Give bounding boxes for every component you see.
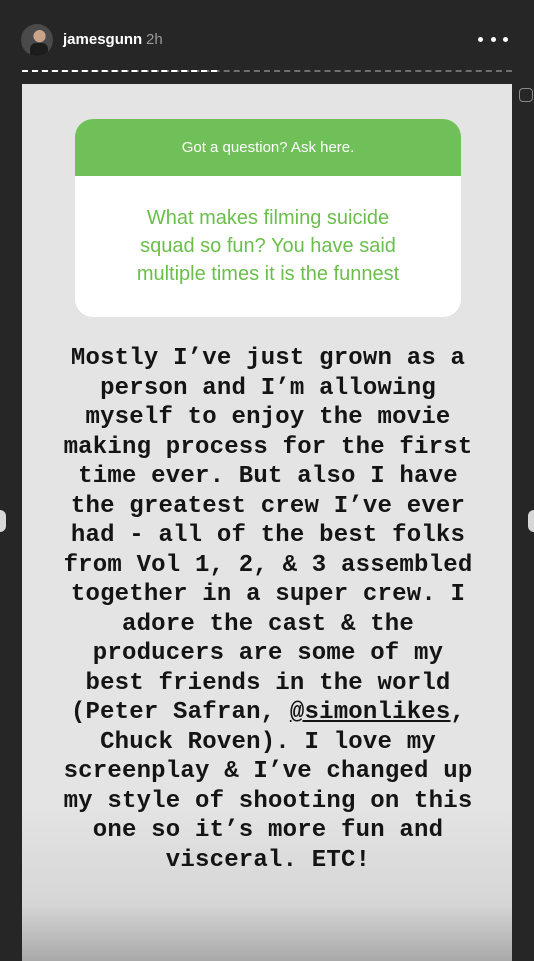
answer-line: the greatest crew I’ve ever — [70, 492, 466, 520]
answer-line-with-mention: (Peter Safran, @simonlikes, — [40, 698, 496, 728]
more-horizontal-icon — [503, 36, 508, 42]
previous-story-handle[interactable] — [0, 510, 6, 532]
next-story-handle[interactable] — [528, 510, 534, 532]
answer-line: had - all of the best folks — [70, 522, 466, 549]
answer-line: myself to enjoy the movie — [85, 404, 451, 431]
answer-line: making process for the first — [63, 433, 473, 461]
answer-line: together in a super crew. I — [70, 581, 466, 608]
avatar[interactable] — [21, 24, 53, 56]
more-horizontal-icon — [490, 36, 496, 42]
answer-text: Mostly I’ve just grown as a person and I… — [40, 344, 496, 875]
answer-line: Mostly I’ve just grown as a — [70, 345, 466, 372]
question-line: squad so fun? You have said — [140, 235, 396, 257]
answer-line: screenplay & I’ve changed up — [63, 758, 473, 785]
more-horizontal-icon — [478, 36, 483, 42]
answer-line-part: (Peter Safran, — [70, 699, 290, 726]
mention-link[interactable]: @simonlikes — [290, 699, 451, 726]
answer-line: my style of shooting on this — [63, 787, 473, 815]
answer-line: producers are some of my — [92, 640, 444, 667]
question-sticker[interactable]: Got a question? Ask here. What makes fil… — [75, 119, 461, 317]
mention-suffix: , — [450, 699, 466, 726]
answer-line: person and I’m allowing — [100, 374, 436, 402]
answer-line: adore the cast & the — [121, 610, 415, 638]
question-line: multiple times it is the funnest — [136, 263, 400, 285]
question-text: What makes filming suicide squad so fun?… — [101, 204, 435, 288]
answer-line: one so it’s more fun and — [92, 817, 444, 844]
next-story-preview-icon[interactable] — [519, 88, 533, 102]
question-sticker-prompt: Got a question? Ask here. — [75, 119, 461, 176]
answer-line: best friends in the world — [85, 669, 451, 697]
more-options-button[interactable] — [478, 28, 508, 50]
story-progress-fill — [22, 70, 217, 74]
answer-line: time ever. But also I have — [78, 463, 458, 490]
answer-line: from Vol 1, 2, & 3 assembled — [63, 551, 473, 579]
question-line: What makes filming suicide — [146, 207, 390, 229]
timestamp: 2h — [146, 31, 163, 48]
answer-line: visceral. ETC! — [165, 846, 371, 874]
username[interactable]: jamesgunn — [63, 31, 142, 48]
answer-line: Chuck Roven). I love my — [100, 728, 436, 756]
